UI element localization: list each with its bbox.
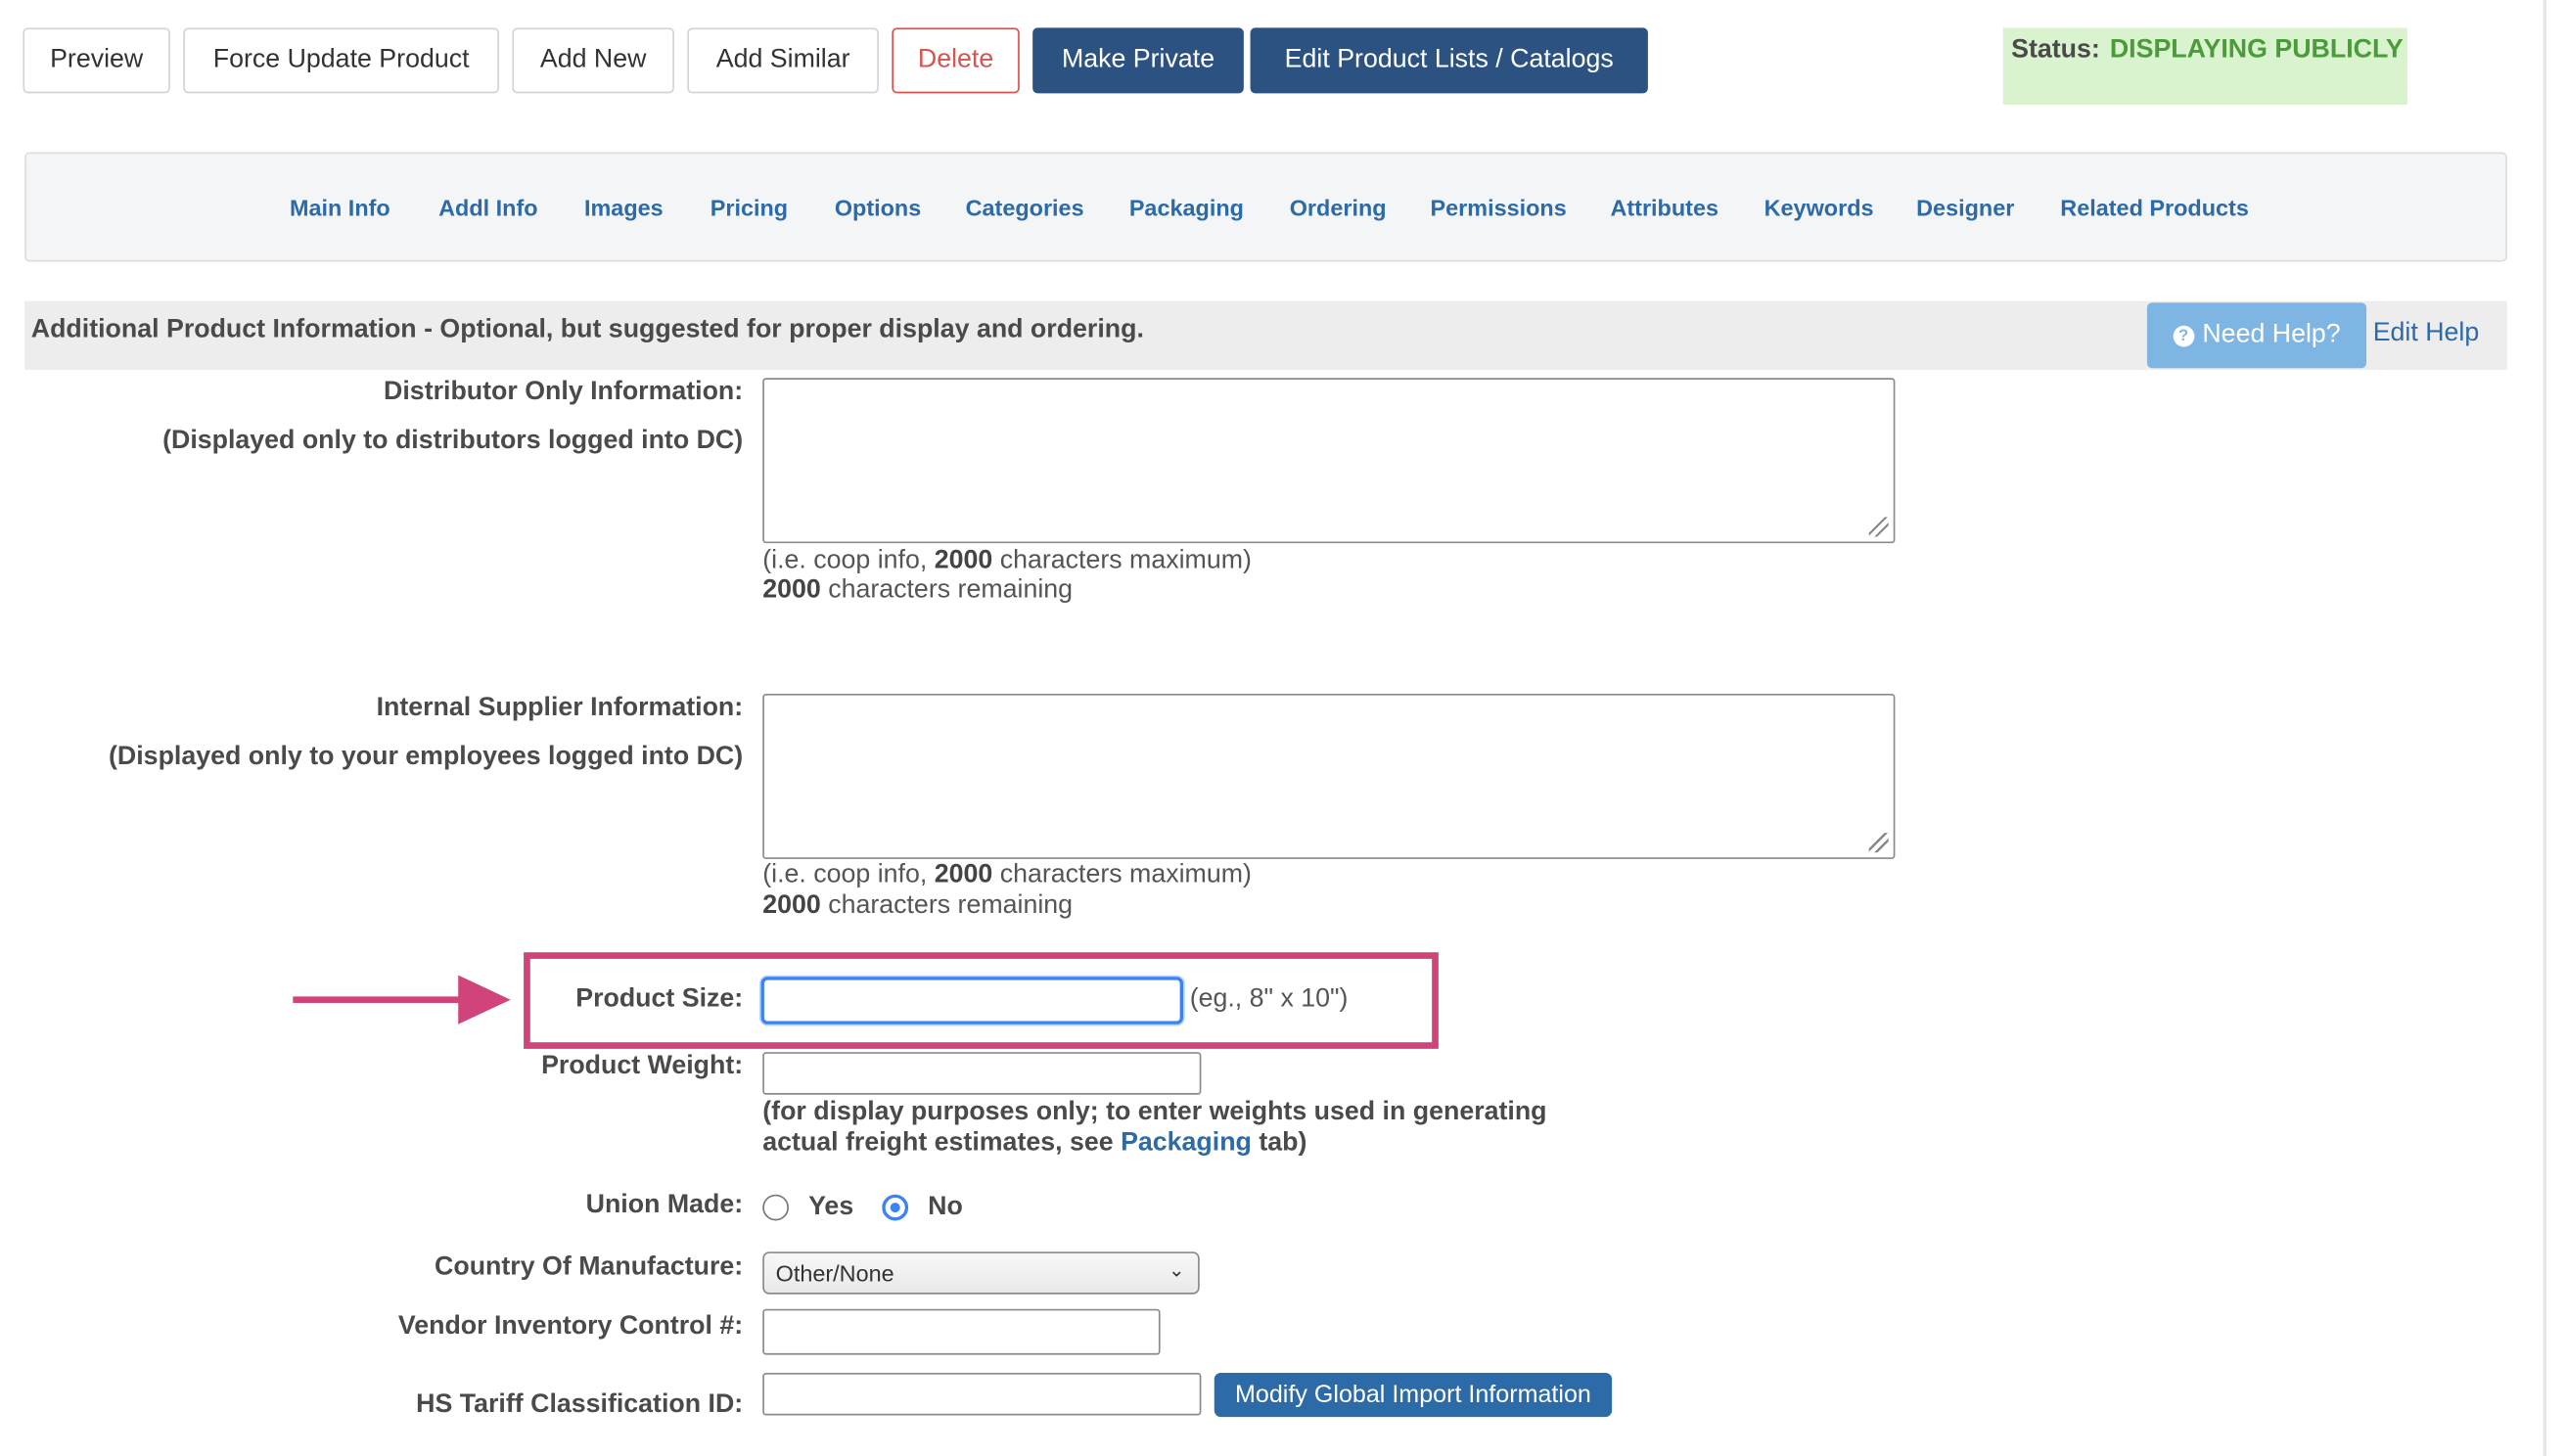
union-made-yes-label: Yes: [808, 1193, 854, 1221]
make-private-button[interactable]: Make Private: [1032, 27, 1244, 94]
union-made-yes-radio[interactable]: [762, 1194, 790, 1221]
section-header: Additional Product Information - Optiona…: [24, 300, 2507, 370]
edit-product-lists-button[interactable]: Edit Product Lists / Catalogs: [1250, 27, 1648, 94]
section-title: Additional Product Information - Optiona…: [30, 315, 1144, 344]
status-badge: Status: DISPLAYING PUBLICLY: [2002, 27, 2407, 106]
supplier-info-remaining: 2000 characters remaining: [762, 891, 1074, 920]
supplier-info-label: Internal Supplier Information:: [376, 694, 744, 722]
tab-options[interactable]: Options: [835, 195, 921, 221]
chevron-down-icon: ⌄: [1168, 1257, 1185, 1282]
tab-packaging[interactable]: Packaging: [1129, 195, 1244, 221]
arrow-right-icon: [293, 975, 511, 1024]
distributor-info-sublabel: (Displayed only to distributors logged i…: [162, 427, 744, 455]
add-similar-button[interactable]: Add Similar: [687, 27, 879, 94]
force-update-product-button[interactable]: Force Update Product: [183, 27, 500, 94]
tab-categories[interactable]: Categories: [966, 195, 1084, 221]
distributor-info-remaining: 2000 characters remaining: [762, 575, 1074, 605]
tab-pricing[interactable]: Pricing: [710, 195, 788, 221]
need-help-label: Need Help?: [2202, 320, 2341, 349]
delete-button[interactable]: Delete: [892, 27, 1020, 94]
tab-related-products[interactable]: Related Products: [2060, 195, 2249, 221]
product-size-example: (eg., 8" x 10"): [1189, 984, 1349, 1014]
product-weight-note: (for display purposes only; to enter wei…: [762, 1098, 1547, 1158]
union-made-no-radio[interactable]: [882, 1194, 909, 1221]
product-weight-input[interactable]: [762, 1052, 1202, 1095]
product-size-input[interactable]: [760, 977, 1184, 1024]
distributor-info-hint: (i.e. coop info, 2000 characters maximum…: [762, 546, 1252, 574]
scrollbar[interactable]: [2543, 0, 2546, 1456]
country-of-manufacture-select[interactable]: Other/None ⌄: [762, 1251, 1200, 1295]
product-size-label: Product Size:: [575, 984, 744, 1014]
tab-keywords[interactable]: Keywords: [1764, 195, 1874, 221]
vendor-inventory-label: Vendor Inventory Control #:: [397, 1312, 744, 1341]
tab-permissions[interactable]: Permissions: [1431, 195, 1567, 221]
status-label: Status:: [2011, 35, 2100, 65]
product-tab-bar: Main Info Addl Info Images Pricing Optio…: [24, 152, 2507, 262]
tab-images[interactable]: Images: [584, 195, 664, 221]
need-help-button[interactable]: ? Need Help?: [2146, 302, 2367, 369]
country-of-manufacture-label: Country Of Manufacture:: [435, 1252, 744, 1282]
edit-help-link[interactable]: Edit Help: [2373, 319, 2480, 348]
hs-tariff-input[interactable]: [762, 1372, 1202, 1416]
supplier-info-sublabel: (Displayed only to your employees logged…: [109, 743, 744, 771]
supplier-info-textarea[interactable]: [762, 694, 1896, 859]
preview-button[interactable]: Preview: [23, 27, 170, 94]
hs-tariff-label: HS Tariff Classification ID:: [416, 1390, 744, 1419]
union-made-no-label: No: [928, 1193, 963, 1221]
tab-designer[interactable]: Designer: [1916, 195, 2014, 221]
distributor-info-label: Distributor Only Information:: [384, 378, 744, 406]
question-circle-icon: ?: [2173, 324, 2195, 346]
supplier-info-hint: (i.e. coop info, 2000 characters maximum…: [762, 860, 1252, 889]
country-selected-value: Other/None: [775, 1259, 894, 1287]
union-made-label: Union Made:: [585, 1191, 744, 1219]
page-canvas: Preview Force Update Product Add New Add…: [0, 0, 2566, 1456]
product-weight-label: Product Weight:: [541, 1052, 744, 1080]
modify-global-import-button[interactable]: Modify Global Import Information: [1214, 1372, 1613, 1418]
resize-grip-icon[interactable]: [1868, 517, 1889, 537]
packaging-link[interactable]: Packaging: [1121, 1129, 1252, 1157]
vendor-inventory-input[interactable]: [762, 1308, 1161, 1355]
tab-main-info[interactable]: Main Info: [290, 195, 390, 221]
add-new-button[interactable]: Add New: [512, 27, 674, 94]
status-value: DISPLAYING PUBLICLY: [2109, 35, 2404, 65]
tab-ordering[interactable]: Ordering: [1290, 195, 1387, 221]
resize-grip-icon[interactable]: [1868, 833, 1889, 853]
tab-addl-info[interactable]: Addl Info: [438, 195, 537, 221]
tab-attributes[interactable]: Attributes: [1610, 195, 1718, 221]
distributor-info-textarea[interactable]: [762, 378, 1896, 544]
